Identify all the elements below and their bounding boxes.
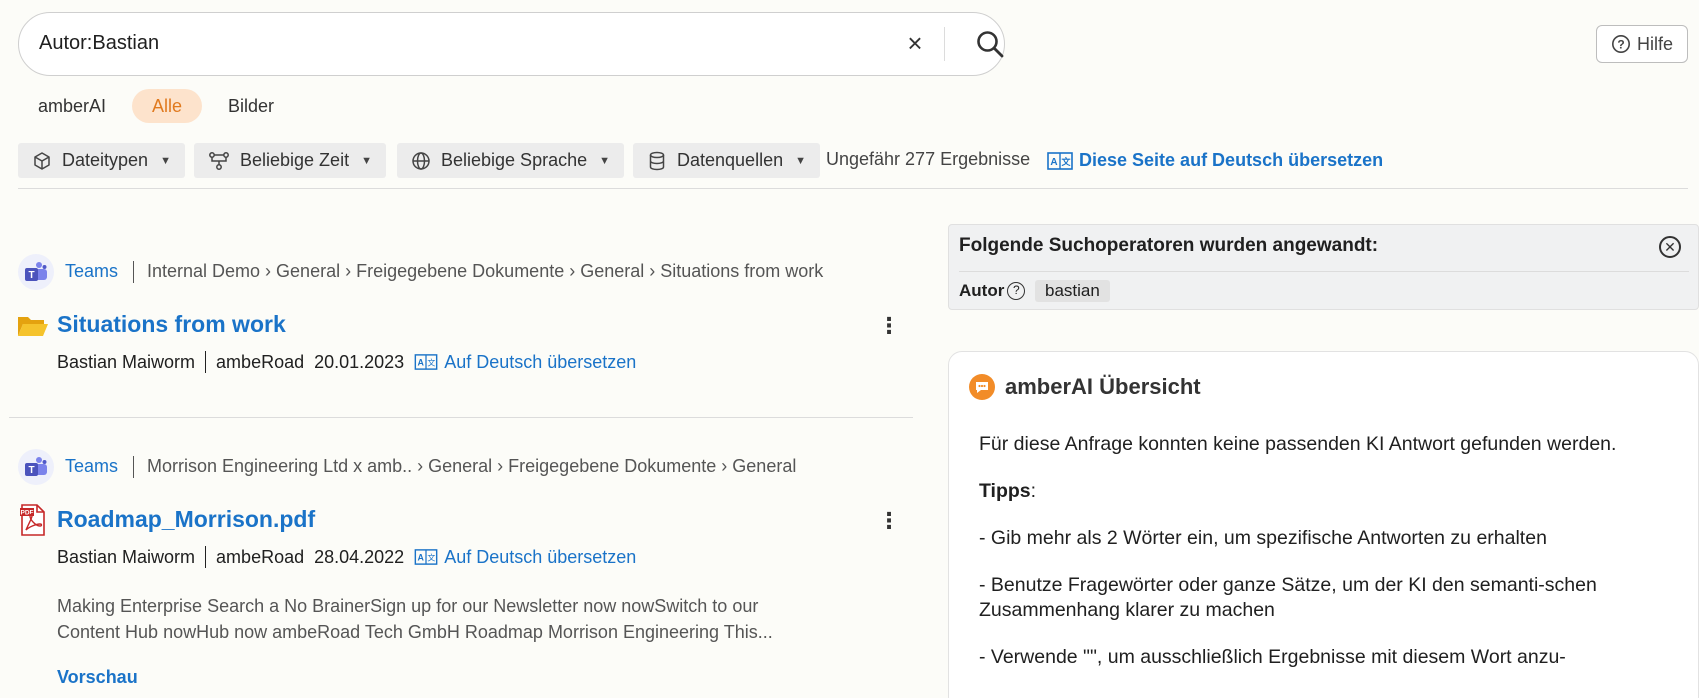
ai-body: Für diese Anfrage konnten keine passende… — [979, 432, 1639, 692]
result-meta: Bastian Maiworm ambeRoad 20.01.2023 A文 A… — [57, 351, 636, 373]
result-snippet: Making Enterprise Search a No BrainerSig… — [57, 593, 857, 645]
translate-link[interactable]: A文 Auf Deutsch übersetzen — [414, 547, 636, 568]
filter-sprache[interactable]: Beliebige Sprache ▼ — [397, 143, 624, 178]
separator — [133, 261, 134, 283]
translate-icon: A文 — [414, 549, 438, 565]
translate-icon: A文 — [414, 354, 438, 370]
operator-key-label: Autor — [959, 281, 1005, 300]
help-label: Hilfe — [1636, 33, 1673, 54]
caret-down-icon: ▼ — [160, 154, 171, 167]
amberai-overview-panel: amberAI Übersicht Für diese Anfrage konn… — [948, 351, 1699, 698]
author: Bastian Maiworm — [57, 351, 196, 372]
translate-label: Auf Deutsch übersetzen — [444, 351, 637, 372]
ai-tip: - Benutze Fragewörter oder ganze Sätze, … — [979, 574, 1597, 621]
more-options-icon[interactable]: ⋮ — [878, 507, 900, 535]
svg-text:A: A — [418, 358, 425, 368]
search-input[interactable]: Autor:Bastian — [39, 32, 159, 55]
tab-amberai[interactable]: amberAI — [18, 89, 126, 123]
pdf-icon: PDF — [20, 504, 46, 541]
close-icon[interactable]: × — [903, 30, 927, 56]
filter-zeit[interactable]: Beliebige Zeit ▼ — [194, 143, 386, 178]
teams-icon: T — [18, 449, 54, 485]
search-icon[interactable] — [975, 29, 1005, 59]
svg-text:T: T — [28, 465, 34, 476]
separator — [205, 351, 207, 373]
snippet-line: Content Hub nowHub now ambeRoad Tech Gmb… — [57, 622, 773, 642]
tips-label: Tipps — [979, 480, 1031, 502]
divider — [18, 188, 1688, 189]
caret-down-icon: ▼ — [795, 154, 806, 167]
question-circle-icon[interactable]: ? — [1007, 282, 1026, 300]
close-circle-icon[interactable]: ✕ — [1659, 236, 1681, 258]
result-meta: Bastian Maiworm ambeRoad 28.04.2022 A文 A… — [57, 546, 636, 568]
caret-down-icon: ▼ — [361, 154, 372, 167]
result-count: Ungefähr 277 Ergebnisse — [826, 149, 1031, 169]
database-icon — [649, 151, 665, 170]
more-options-icon[interactable]: ⋮ — [878, 312, 900, 340]
snippet-line: Making Enterprise Search a No BrainerSig… — [57, 596, 759, 616]
amberai-logo-icon — [969, 374, 995, 400]
svg-text:文: 文 — [428, 553, 436, 563]
operators-title: Folgende Suchoperatoren wurden angewandt… — [959, 235, 1379, 256]
separator — [133, 456, 134, 478]
cube-icon — [34, 151, 50, 170]
translate-label: Auf Deutsch übersetzen — [444, 546, 637, 567]
teams-icon: T — [18, 254, 54, 290]
ai-tip: - Gib mehr als 2 Wörter ein, um spezifis… — [979, 527, 1547, 549]
filter-label: Beliebige Sprache — [441, 150, 588, 170]
ai-title: amberAI Übersicht — [1005, 374, 1201, 399]
globe-icon — [412, 151, 430, 170]
folder-icon — [17, 314, 49, 343]
filter-label: Datenquellen — [677, 150, 784, 170]
tab-bilder[interactable]: Bilder — [208, 89, 294, 123]
divider — [959, 271, 1689, 272]
search-divider — [944, 27, 945, 61]
svg-text:文: 文 — [428, 358, 436, 368]
ai-header: amberAI Übersicht — [969, 374, 1201, 400]
svg-text:?: ? — [1617, 38, 1624, 52]
date: 20.01.2023 — [314, 351, 405, 372]
caret-down-icon: ▼ — [599, 154, 610, 167]
translate-page-label: Diese Seite auf Deutsch übersetzen — [1079, 150, 1384, 170]
filter-label: Beliebige Zeit — [240, 150, 350, 170]
question-circle-icon: ? — [1611, 35, 1630, 53]
source-label[interactable]: Teams — [65, 261, 118, 282]
result-divider — [9, 417, 913, 418]
source-label[interactable]: Teams — [65, 456, 118, 477]
ai-tips-heading: Tipps: — [979, 480, 1037, 502]
breadcrumb: Internal Demo › General › Freigegebene D… — [147, 261, 824, 281]
search-bar[interactable]: Autor:Bastian × — [18, 12, 1005, 76]
filter-label: Dateitypen — [62, 150, 149, 170]
filter-dateitypen[interactable]: Dateitypen ▼ — [18, 143, 185, 178]
filter-datenquellen[interactable]: Datenquellen ▼ — [633, 143, 820, 178]
ai-message: Für diese Anfrage konnten keine passende… — [979, 433, 1617, 455]
svg-text:T: T — [28, 270, 34, 281]
preview-link[interactable]: Vorschau — [57, 667, 138, 688]
organization: ambeRoad — [216, 351, 305, 372]
help-button[interactable]: ? Hilfe — [1596, 25, 1688, 63]
separator — [205, 546, 207, 568]
svg-text:A: A — [418, 553, 425, 563]
tab-alle[interactable]: Alle — [132, 89, 203, 123]
organization: ambeRoad — [216, 546, 305, 567]
author: Bastian Maiworm — [57, 546, 196, 567]
ai-tip: - Verwende "", um ausschließlich Ergebni… — [979, 646, 1566, 668]
svg-text:文: 文 — [1060, 156, 1071, 168]
search-operators-panel: Folgende Suchoperatoren wurden angewandt… — [948, 224, 1699, 310]
translate-icon: A文 — [1047, 151, 1073, 170]
operator-key: Autor ? — [959, 281, 1026, 301]
translate-page-link[interactable]: A文 Diese Seite auf Deutsch übersetzen — [1047, 150, 1383, 171]
svg-text:A: A — [1050, 157, 1057, 168]
result-title[interactable]: Situations from work — [57, 311, 286, 338]
date: 28.04.2022 — [314, 546, 405, 567]
breadcrumb: Morrison Engineering Ltd x amb.. › Gener… — [147, 456, 797, 476]
timeline-icon — [209, 151, 229, 170]
result-title[interactable]: Roadmap_Morrison.pdf — [57, 506, 315, 533]
operator-value: bastian — [1035, 280, 1110, 302]
translate-link[interactable]: A文 Auf Deutsch übersetzen — [414, 352, 636, 373]
